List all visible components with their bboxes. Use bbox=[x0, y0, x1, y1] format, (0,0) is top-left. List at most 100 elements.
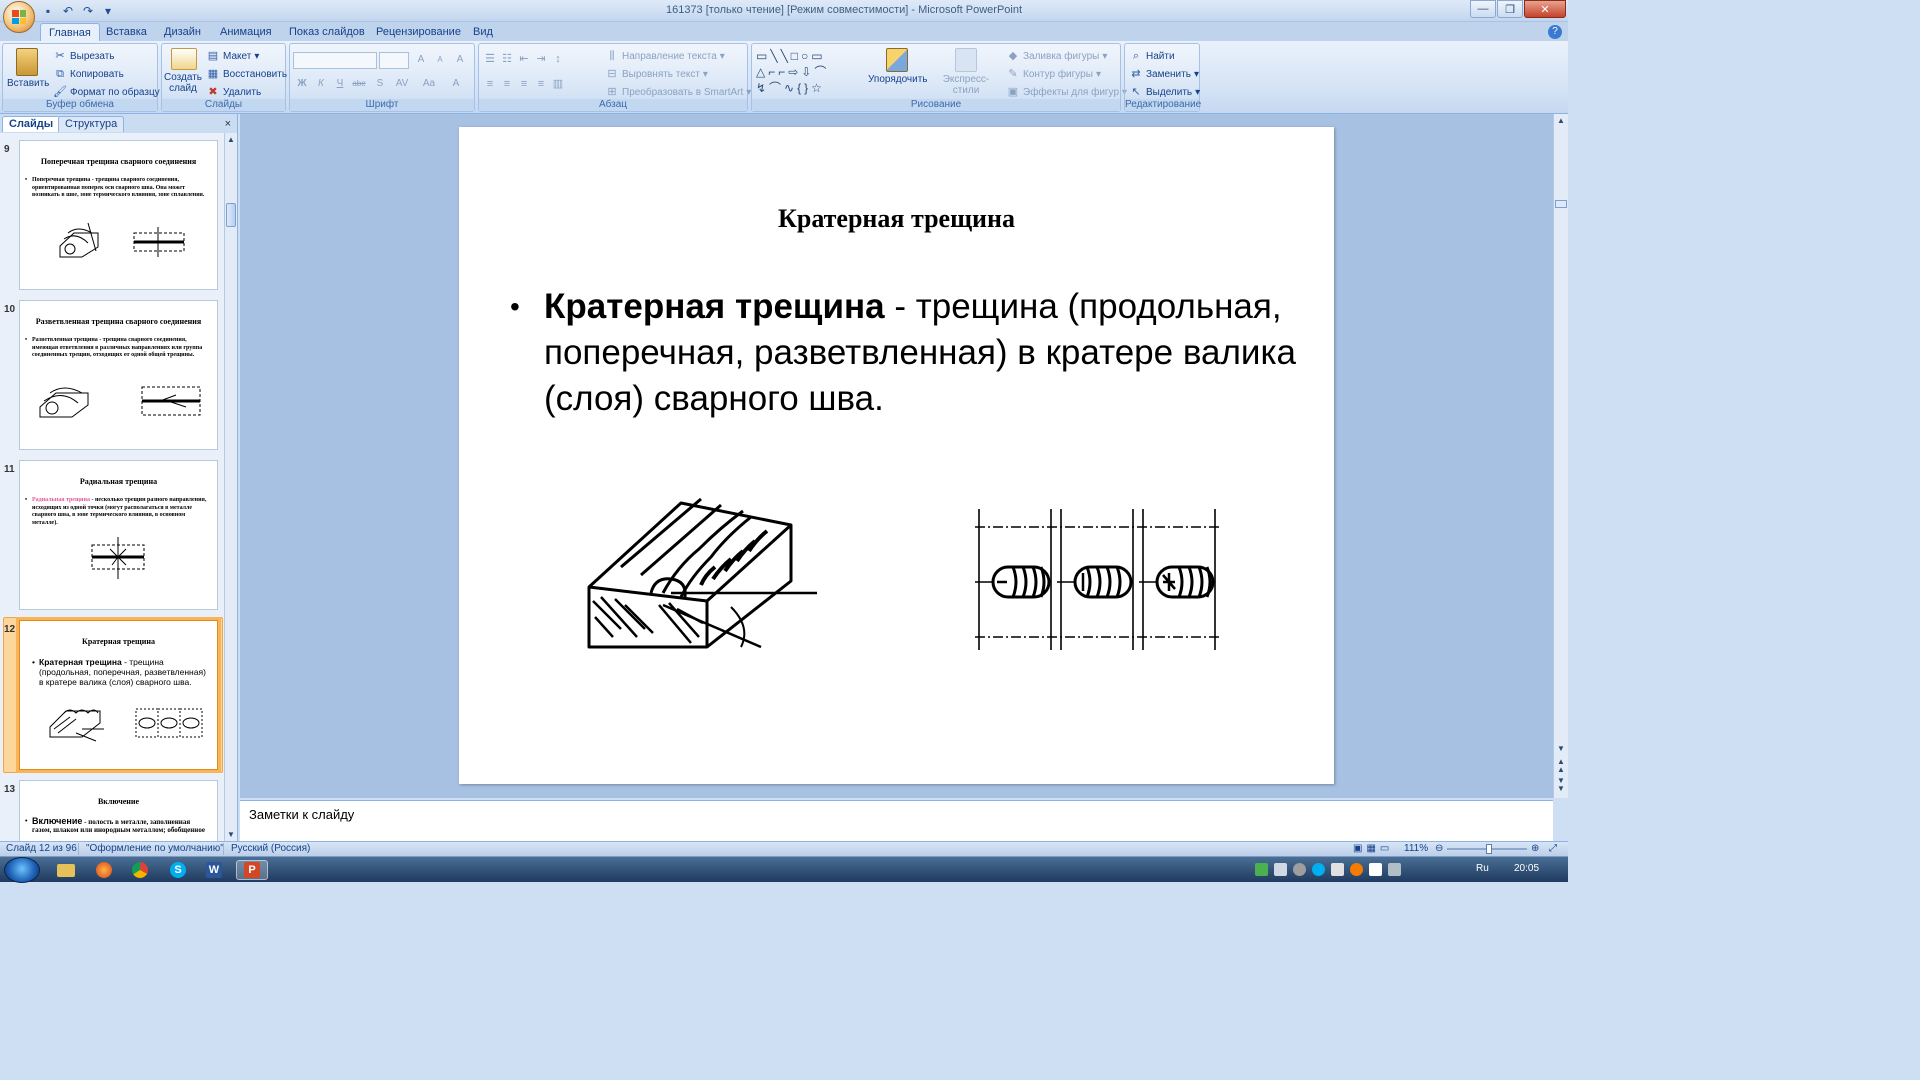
office-button[interactable] bbox=[3, 1, 35, 33]
align-text-button[interactable]: ⊟ Выровнять текст ▾ bbox=[605, 67, 708, 81]
scroll-down-icon[interactable]: ▼ bbox=[1557, 744, 1565, 753]
tab-insert[interactable]: Вставка bbox=[98, 23, 155, 42]
close-panel-icon[interactable]: × bbox=[225, 118, 231, 130]
theme-name[interactable]: "Оформление по умолчанию" bbox=[86, 843, 224, 854]
tab-view[interactable]: Вид bbox=[465, 23, 501, 42]
align-buttons[interactable]: ≡ ≡ ≡ ≡ ▥ bbox=[483, 77, 565, 91]
scroll-down-icon[interactable]: ▼ bbox=[227, 830, 235, 839]
language-indicator[interactable]: Русский (Россия) bbox=[231, 843, 310, 854]
notes-placeholder[interactable]: Заметки к слайду bbox=[249, 807, 354, 822]
convert-smartart-button[interactable]: ⊞ Преобразовать в SmartArt ▾ bbox=[605, 85, 751, 99]
thumbnail-slide-11[interactable]: Радиальная трещина Радиальная трещина - … bbox=[19, 460, 218, 610]
fit-to-window-icon[interactable]: ⤢ bbox=[1549, 843, 1557, 854]
thumbnail-scrollbar[interactable]: ▲ ▼ bbox=[224, 133, 237, 841]
thumbnail-slide-13[interactable]: Включение Включение - полость в металле,… bbox=[19, 780, 218, 841]
shapes-gallery[interactable]: ▭╲╲□○▭ △⌐⌐⇨⇩⌒ ↯⌒∿{}☆ bbox=[756, 48, 862, 98]
tab-outline-panel[interactable]: Структура bbox=[58, 116, 125, 132]
cut-button[interactable]: ✂ Вырезать bbox=[53, 49, 114, 63]
text-direction-button[interactable]: ⫼ Направление текста ▾ bbox=[605, 49, 724, 63]
strikethrough-button[interactable]: abe bbox=[350, 76, 368, 92]
change-case-button[interactable]: Aa bbox=[418, 76, 440, 92]
tab-animation[interactable]: Анимация bbox=[212, 23, 280, 42]
tab-slideshow[interactable]: Показ слайдов bbox=[281, 23, 373, 42]
minimize-button[interactable]: — bbox=[1470, 0, 1496, 18]
copy-button[interactable]: ⧉ Копировать bbox=[53, 67, 124, 81]
network-icon[interactable] bbox=[1369, 863, 1382, 876]
tab-home[interactable]: Главная bbox=[40, 23, 100, 42]
shrink-font-button[interactable]: A bbox=[431, 52, 449, 68]
scrollbar-thumb[interactable] bbox=[1555, 200, 1567, 208]
explorer-taskbar-icon[interactable] bbox=[50, 860, 82, 880]
editor-scrollbar[interactable]: ▲ ▼ ▲ ▲ ▼ ▼ bbox=[1553, 114, 1568, 798]
mail-icon[interactable] bbox=[1274, 863, 1287, 876]
grow-font-button[interactable]: A bbox=[412, 52, 430, 68]
tray-app-icon[interactable] bbox=[1255, 863, 1268, 876]
replace-button[interactable]: ⇄ Заменить ▾ bbox=[1129, 67, 1199, 81]
tab-review[interactable]: Рецензирование bbox=[368, 23, 469, 42]
tray-app-icon[interactable] bbox=[1350, 863, 1363, 876]
bold-button[interactable]: Ж bbox=[293, 76, 311, 92]
powerpoint-taskbar-icon[interactable]: P bbox=[236, 860, 268, 880]
italic-button[interactable]: К bbox=[312, 76, 330, 92]
word-taskbar-icon[interactable]: W bbox=[198, 860, 230, 880]
underline-button[interactable]: Ч bbox=[331, 76, 349, 92]
format-painter-button[interactable]: 🖌 Формат по образцу bbox=[53, 85, 160, 99]
tray-status-icon[interactable] bbox=[1293, 863, 1306, 876]
view-buttons[interactable]: ▣▦▭ bbox=[1353, 843, 1393, 854]
start-button[interactable] bbox=[4, 857, 40, 883]
skype-tray-icon[interactable] bbox=[1312, 863, 1325, 876]
quick-styles-button[interactable]: Экспресс-стили bbox=[932, 48, 1000, 96]
find-button[interactable]: ⌕ Найти bbox=[1129, 49, 1175, 63]
thumbnail-slide-9[interactable]: Поперечная трещина сварного соединения П… bbox=[19, 140, 218, 290]
paste-icon bbox=[16, 48, 38, 76]
font-color-button[interactable]: A bbox=[447, 76, 465, 92]
shadow-button[interactable]: S bbox=[371, 76, 389, 92]
thumbnail-number: 13 bbox=[4, 784, 16, 795]
restore-button[interactable]: ❐ bbox=[1497, 0, 1523, 18]
reset-button[interactable]: ▦ Восстановить bbox=[206, 67, 287, 81]
close-button[interactable]: ✕ bbox=[1524, 0, 1566, 18]
scroll-up-icon[interactable]: ▲ bbox=[1557, 116, 1565, 125]
firefox-taskbar-icon[interactable] bbox=[88, 860, 120, 880]
arrange-button[interactable]: Упорядочить bbox=[868, 48, 928, 85]
delete-slide-button[interactable]: ✖ Удалить bbox=[206, 85, 261, 99]
clear-format-button[interactable]: A bbox=[451, 52, 469, 68]
keyboard-language[interactable]: Ru bbox=[1476, 863, 1489, 874]
current-slide[interactable]: Кратерная трещина • Кратерная трещина - … bbox=[459, 127, 1334, 784]
notes-pane[interactable]: Заметки к слайду bbox=[240, 800, 1553, 841]
new-slide-button[interactable]: Создать слайд bbox=[164, 48, 204, 94]
skype-taskbar-icon[interactable]: S bbox=[162, 860, 194, 880]
shape-fill-button[interactable]: ◆ Заливка фигуры ▾ bbox=[1006, 49, 1108, 63]
char-spacing-button[interactable]: AV bbox=[390, 76, 414, 92]
shape-effects-button[interactable]: ▣Эффекты для фигур▾ bbox=[1006, 85, 1127, 99]
slide-sorter-icon[interactable]: ▦ bbox=[1366, 843, 1379, 854]
slide-title[interactable]: Кратерная трещина bbox=[459, 204, 1334, 234]
shape-outline-button[interactable]: ✎ Контур фигуры ▾ bbox=[1006, 67, 1101, 81]
zoom-level[interactable]: 111% bbox=[1404, 843, 1428, 854]
chrome-taskbar-icon[interactable] bbox=[124, 860, 156, 880]
thumbnail-slide-10[interactable]: Разветвленная трещина сварного соединени… bbox=[19, 300, 218, 450]
volume-icon[interactable] bbox=[1331, 863, 1344, 876]
tray-monitor-icon[interactable] bbox=[1388, 863, 1401, 876]
scroll-up-icon[interactable]: ▲ bbox=[227, 135, 235, 144]
font-size-combo[interactable] bbox=[379, 52, 409, 69]
slideshow-icon[interactable]: ▭ bbox=[1380, 843, 1393, 854]
zoom-out-icon[interactable]: ⊖ bbox=[1435, 843, 1443, 854]
previous-slide-icon[interactable]: ▲ ▲ bbox=[1557, 758, 1565, 774]
font-name-combo[interactable] bbox=[293, 52, 377, 69]
slide-body-text[interactable]: • Кратерная трещина - трещина (продольна… bbox=[510, 284, 1304, 422]
scrollbar-thumb[interactable] bbox=[226, 203, 236, 227]
thumbnail-slide-12[interactable]: Кратерная трещина Кратерная трещина - тр… bbox=[19, 620, 218, 770]
clock[interactable]: 20:05 bbox=[1514, 863, 1539, 874]
next-slide-icon[interactable]: ▼ ▼ bbox=[1557, 777, 1565, 793]
tab-slides-panel[interactable]: Слайды bbox=[2, 116, 61, 132]
select-button[interactable]: ↖ Выделить ▾ bbox=[1129, 85, 1200, 99]
tab-design[interactable]: Дизайн bbox=[156, 23, 209, 42]
zoom-slider-knob[interactable] bbox=[1486, 844, 1492, 854]
layout-button[interactable]: ▤ Макет ▾ bbox=[206, 49, 260, 63]
zoom-in-icon[interactable]: ⊕ bbox=[1531, 843, 1539, 854]
bullets-button[interactable]: ☰ ☷ ⇤ ⇥ ↕ bbox=[483, 52, 565, 66]
help-icon[interactable]: ? bbox=[1548, 25, 1562, 39]
normal-view-icon[interactable]: ▣ bbox=[1353, 843, 1366, 854]
paste-button[interactable]: Вставить bbox=[7, 48, 49, 89]
